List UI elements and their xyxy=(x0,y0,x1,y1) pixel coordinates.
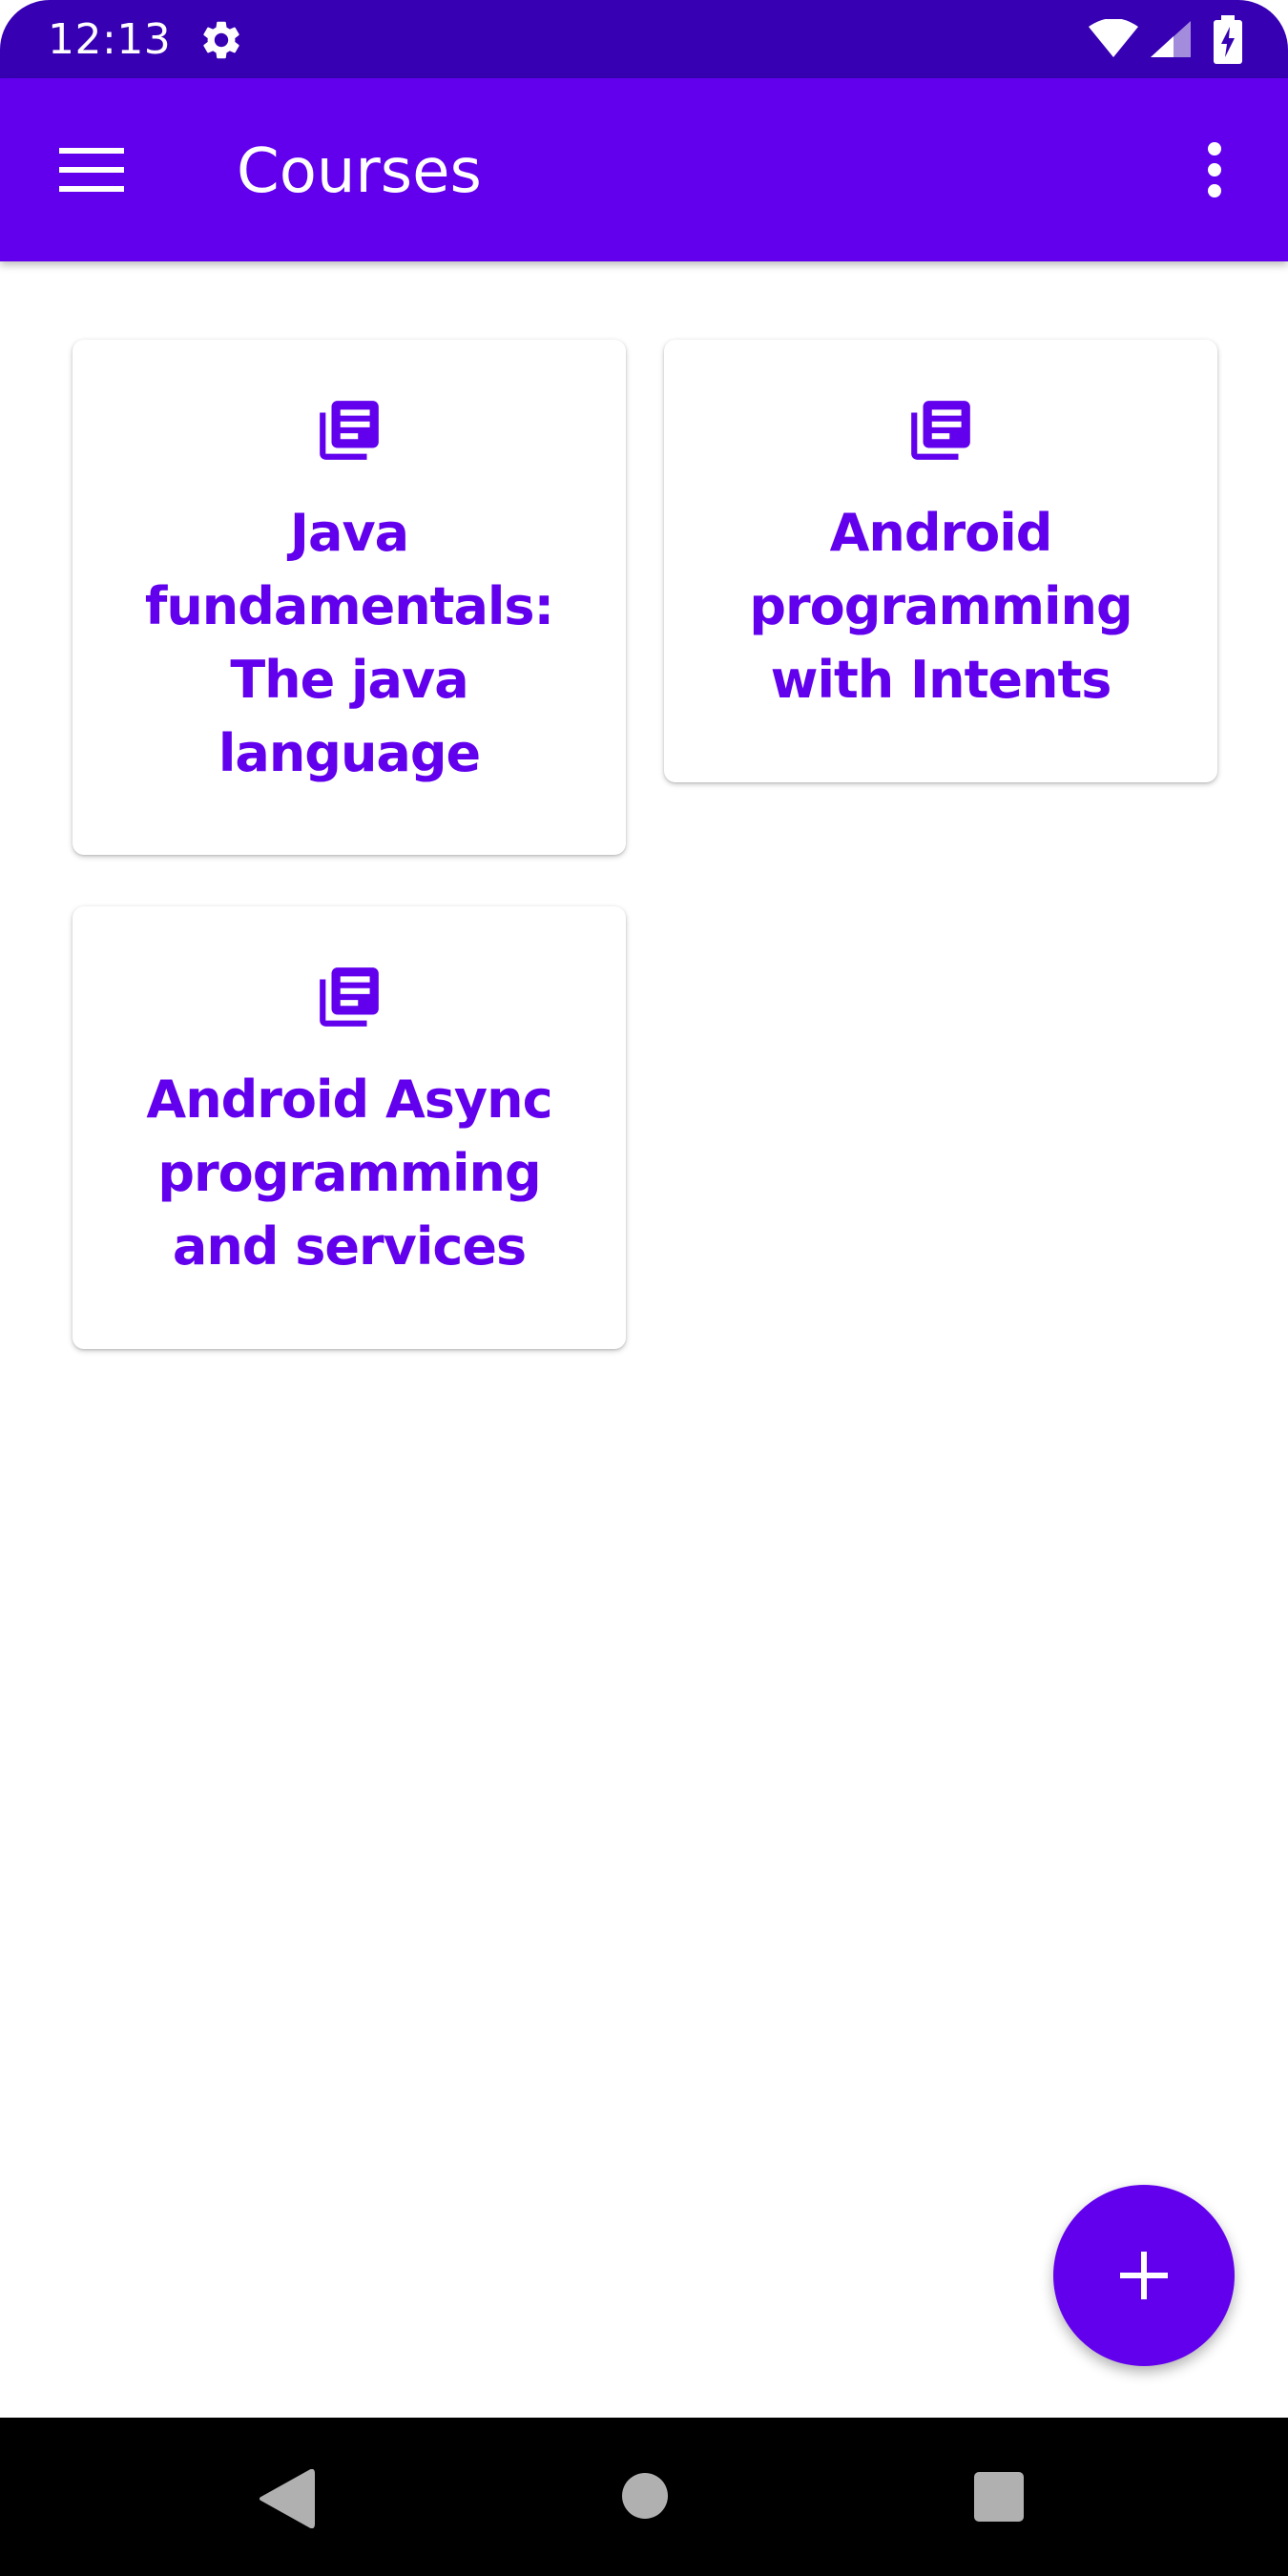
app-screen: 12:13 Courses Java fundamentals: The jav… xyxy=(0,0,1288,2576)
navigation-bar xyxy=(0,2418,1288,2576)
course-title: Android Async programming and services xyxy=(146,1070,552,1277)
add-course-button[interactable] xyxy=(1053,2185,1235,2366)
wifi-icon xyxy=(1089,19,1138,57)
menu-button[interactable] xyxy=(38,126,145,214)
library-books-icon xyxy=(320,401,379,460)
course-title: Java fundamentals: The java language xyxy=(144,503,554,783)
status-bar: 12:13 xyxy=(0,0,1288,78)
home-icon[interactable] xyxy=(620,2471,670,2521)
page-title: Courses xyxy=(237,136,482,207)
overflow-menu-button[interactable] xyxy=(1183,122,1246,218)
more-vert-icon xyxy=(1208,142,1221,197)
back-icon[interactable] xyxy=(258,2469,315,2528)
battery-icon xyxy=(1214,15,1242,64)
status-time: 12:13 xyxy=(48,15,172,64)
gear-icon xyxy=(203,21,239,59)
add-icon xyxy=(1120,2252,1168,2299)
library-books-icon xyxy=(320,967,379,1027)
signal-icon xyxy=(1151,21,1191,57)
course-card[interactable]: Android Async programming and services xyxy=(73,906,626,1349)
menu-icon xyxy=(59,148,124,192)
course-card[interactable]: Java fundamentals: The java language xyxy=(73,340,626,855)
recents-icon[interactable] xyxy=(973,2471,1025,2523)
library-books-icon xyxy=(911,401,970,460)
course-title: Android programming with Intents xyxy=(749,503,1132,710)
course-card[interactable]: Android programming with Intents xyxy=(664,340,1217,782)
app-bar: Courses xyxy=(0,78,1288,261)
